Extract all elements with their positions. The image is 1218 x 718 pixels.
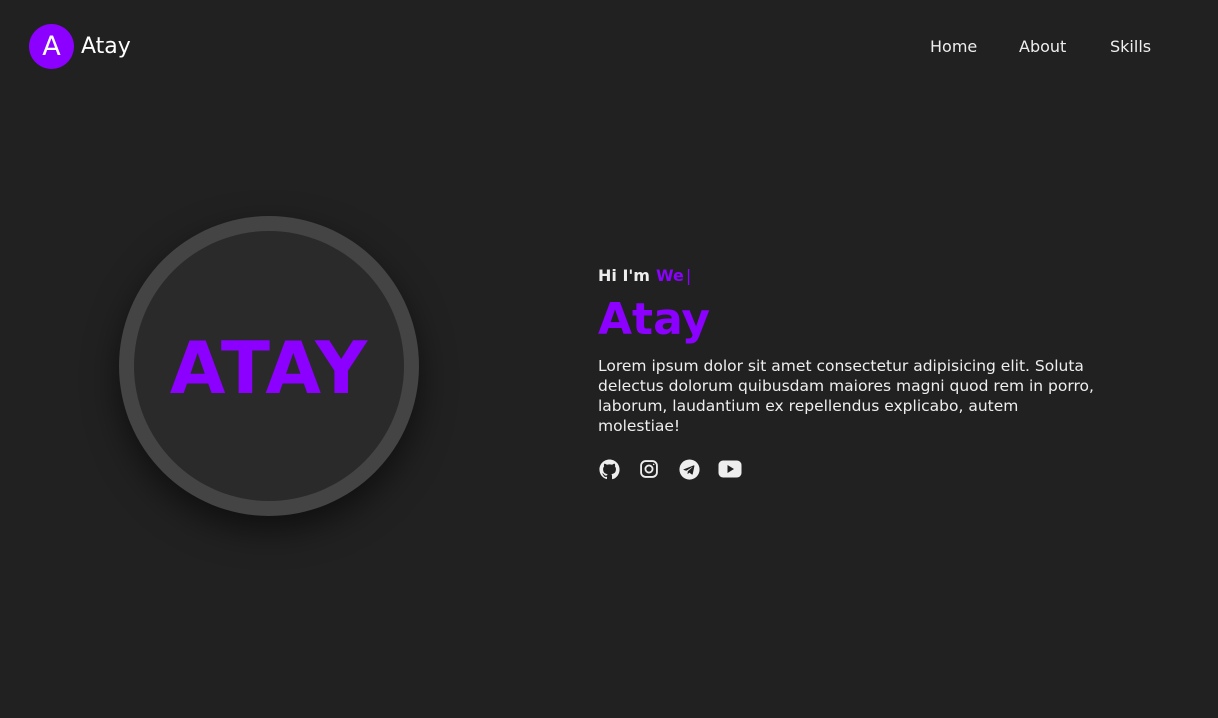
avatar-text: ATAY xyxy=(169,326,369,410)
hero-text: Hi I'm We | Atay Lorem ipsum dolor sit ame… xyxy=(598,264,1108,480)
github-icon xyxy=(598,458,620,480)
greeting: Hi I'm We | xyxy=(598,264,1108,288)
typing-cursor: | xyxy=(685,266,692,285)
greeting-static: Hi I'm xyxy=(598,266,650,285)
youtube-link[interactable] xyxy=(718,458,742,480)
telegram-link[interactable] xyxy=(678,458,700,480)
hero-description: Lorem ipsum dolor sit amet consectetur a… xyxy=(598,357,1094,435)
nav-link-skills[interactable]: Skills xyxy=(1110,37,1151,56)
nav-link-home[interactable]: Home xyxy=(930,37,977,56)
instagram-link[interactable] xyxy=(638,458,660,480)
telegram-icon xyxy=(678,458,700,480)
nav-link-about[interactable]: About xyxy=(1019,37,1066,56)
instagram-icon xyxy=(639,459,659,479)
avatar-ring: ATAY xyxy=(119,216,419,516)
social-links xyxy=(598,458,1108,480)
github-link[interactable] xyxy=(598,458,620,480)
nav-links: Home About Skills xyxy=(0,37,1218,59)
youtube-icon xyxy=(718,460,742,478)
navbar: A Atay Home About Skills xyxy=(0,0,1218,94)
hero-name: Atay xyxy=(598,294,711,345)
greeting-typed-text: We xyxy=(655,266,684,285)
avatar-circle: ATAY xyxy=(134,231,404,501)
